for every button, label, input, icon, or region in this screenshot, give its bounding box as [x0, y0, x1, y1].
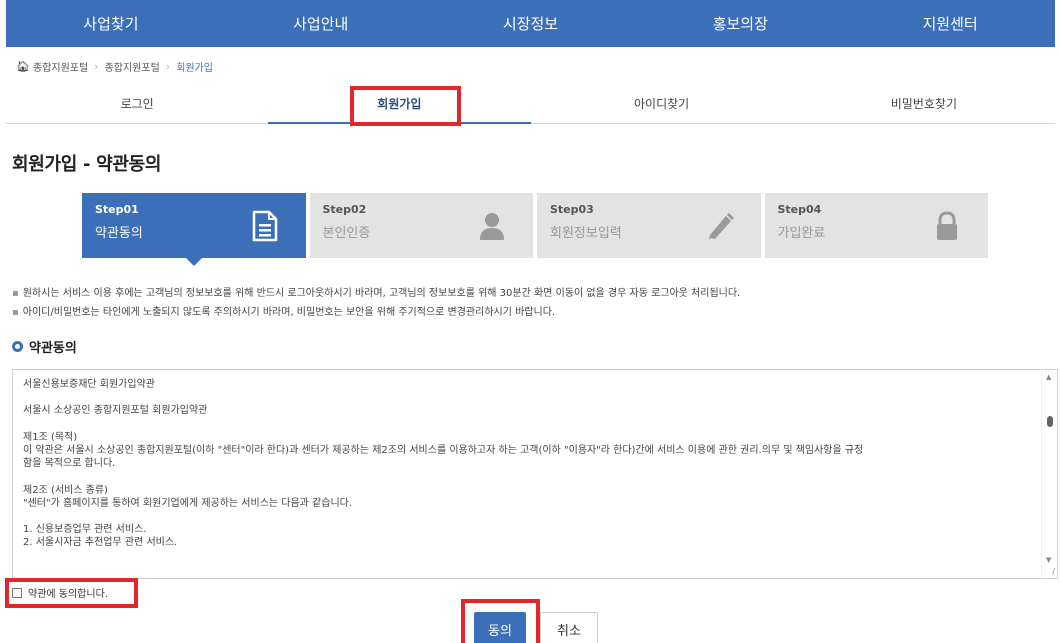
tab-login[interactable]: 로그인: [6, 84, 268, 123]
breadcrumb-current: 회원가입: [176, 62, 213, 74]
terms-line: [23, 510, 1028, 523]
terms-line: 함을 목적으로 합니다.: [23, 458, 116, 470]
step-member-info: Step03 회원정보입력: [537, 193, 761, 258]
terms-line: [23, 391, 1028, 404]
step-terms-agreement: Step01 약관동의: [82, 193, 306, 266]
terms-line: 제1조 (목적): [23, 431, 78, 443]
notice-item: ▪ 아이디/비밀번호는 타인에게 노출되지 않도록 주의하시기 바라며, 비밀번호…: [12, 303, 740, 322]
ring-bullet-icon: [12, 341, 23, 352]
agree-terms-row[interactable]: 약관에 동의합니다.: [12, 585, 108, 600]
nav-item-support-center[interactable]: 지원센터: [845, 0, 1055, 47]
breadcrumb-separator-icon: ›: [165, 59, 171, 73]
lock-icon: [937, 211, 957, 240]
top-nav: 사업찾기 사업안내 시장정보 홍보의장 지원센터: [6, 0, 1055, 47]
terms-line: 제2조 (서비스 종류): [23, 484, 108, 496]
breadcrumb-item[interactable]: 종합지원포털: [105, 59, 160, 74]
pencil-icon: [708, 213, 734, 240]
resize-handle-icon[interactable]: ∕: [1052, 567, 1055, 576]
tab-find-password[interactable]: 비밀번호찾기: [793, 84, 1055, 123]
breadcrumb: 🏠︎ 종합지원포털 › 종합지원포털 › 회원가입: [16, 56, 213, 76]
terms-line: 서울시 소상공인 종합지원포털 회원가입약관: [23, 405, 208, 417]
tab-find-id[interactable]: 아이디찾기: [531, 84, 793, 123]
step-identity-verification: Step02 본인인증: [309, 193, 533, 258]
home-icon[interactable]: 🏠︎: [16, 60, 30, 73]
agree-button[interactable]: 동의: [474, 612, 526, 643]
nav-item-business-guide[interactable]: 사업안내: [216, 0, 426, 47]
nav-item-business-search[interactable]: 사업찾기: [6, 0, 216, 47]
terms-line: [23, 418, 1028, 431]
terms-line: [23, 470, 1028, 483]
notice-text: 아이디/비밀번호는 타인에게 노출되지 않도록 주의하시기 바라며, 비밀번호는…: [22, 307, 556, 318]
notice-text: 원하시는 서비스 이용 후에는 고객님의 정보보호를 위해 반드시 로그아웃하시…: [22, 288, 741, 299]
document-icon: [252, 210, 277, 242]
nav-item-promotion[interactable]: 홍보의장: [635, 0, 845, 47]
terms-content: 서울신용보증재단 회원가입약관 서울시 소상공인 종합지원포털 회원가입약관 제…: [13, 370, 1038, 558]
scroll-down-icon[interactable]: ▼: [1046, 556, 1051, 564]
breadcrumb-item[interactable]: 종합지원포털: [33, 59, 88, 74]
notice-list: ▪ 원하시는 서비스 이용 후에는 고객님의 정보보호를 위해 반드시 로그아웃하…: [12, 284, 740, 322]
terms-line: "센터"가 홈페이지를 통하여 회원기업에게 제공하는 서비스는 다음과 같습니…: [23, 497, 353, 509]
nav-item-market-info[interactable]: 시장정보: [426, 0, 636, 47]
terms-line: 2. 서울시자금 추천업무 관련 서비스.: [23, 537, 178, 549]
bullet-icon: ▪: [12, 288, 19, 299]
notice-item: ▪ 원하시는 서비스 이용 후에는 고객님의 정보보호를 위해 반드시 로그아웃하…: [12, 284, 740, 303]
agree-terms-label[interactable]: 약관에 동의합니다.: [28, 585, 108, 600]
terms-line: 이 약관은 서울시 소상공인 종합지원포털(이하 "센터"이라 한다)과 센터가…: [23, 445, 864, 457]
agree-terms-checkbox[interactable]: [12, 587, 22, 598]
scrollbar-thumb[interactable]: [1047, 416, 1053, 427]
signup-steps: Step01 약관동의 Step02 본인인증 Step03 회원정보입력 St…: [82, 193, 988, 266]
breadcrumb-separator-icon: ›: [94, 59, 99, 73]
tab-signup[interactable]: 회원가입: [268, 84, 531, 124]
terms-scrollbar[interactable]: ▲ ▼ ∕: [1041, 370, 1057, 578]
page-title: 회원가입 - 약관동의: [12, 154, 162, 175]
terms-line: 서울신용보증재단 회원가입약관: [23, 379, 155, 390]
bullet-icon: ▪: [12, 307, 19, 318]
section-title: 약관동의: [12, 337, 77, 356]
scroll-up-icon[interactable]: ▲: [1046, 373, 1051, 381]
cancel-button[interactable]: 취소: [540, 612, 598, 643]
account-tabs: 로그인 회원가입 아이디찾기 비밀번호찾기: [6, 84, 1055, 124]
step-signup-complete: Step04 가입완료: [764, 193, 988, 258]
terms-line: 1. 신용보증업무 관련 서비스.: [23, 524, 147, 536]
terms-textarea[interactable]: 서울신용보증재단 회원가입약관 서울시 소상공인 종합지원포털 회원가입약관 제…: [12, 369, 1058, 579]
user-icon: [480, 213, 504, 240]
section-title-text: 약관동의: [29, 341, 77, 356]
